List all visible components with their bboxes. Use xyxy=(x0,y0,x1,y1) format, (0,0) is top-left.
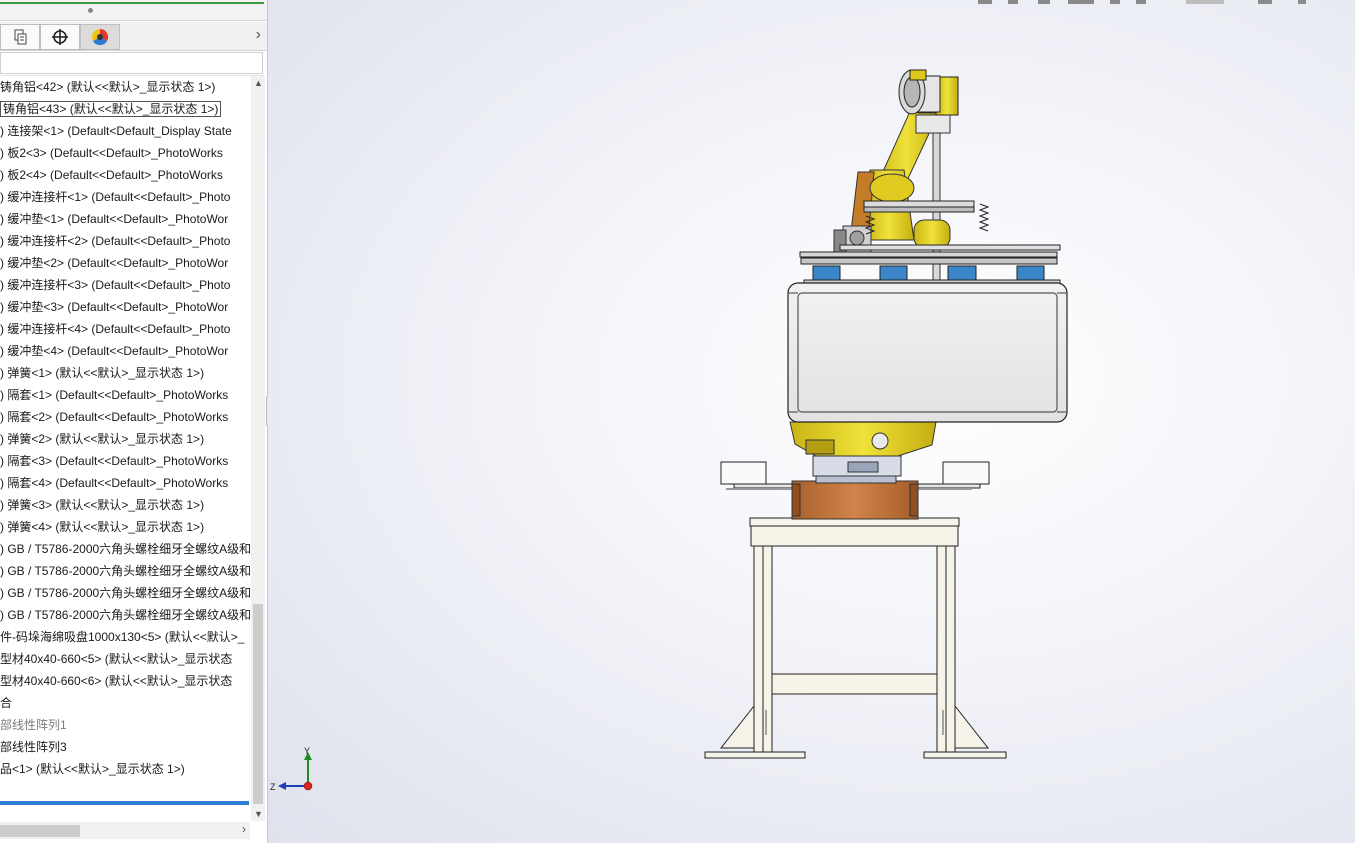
tree-item[interactable]: ) 隔套<3> (Default<<Default>_PhotoWorks xyxy=(0,450,250,472)
tree-item[interactable]: ) GB / T5786-2000六角头螺栓细牙全螺纹A级和 xyxy=(0,560,250,582)
tree-item-label: ) 板2<3> (Default<<Default>_PhotoWorks xyxy=(0,146,223,160)
tree-item-label: 部线性阵列1 xyxy=(0,718,67,732)
tree-item-label: 合 xyxy=(0,696,13,710)
triad-z-label: Z xyxy=(270,782,276,792)
tree-item-label: 件-码垛海绵吸盘1000x130<5> (默认<<默认>_ xyxy=(0,630,245,644)
tree-item[interactable]: ) 隔套<4> (Default<<Default>_PhotoWorks xyxy=(0,472,250,494)
hscroll-thumb[interactable] xyxy=(0,825,80,837)
tree-item-label: ) 缓冲连接杆<4> (Default<<Default>_Photo xyxy=(0,322,231,336)
tree-item[interactable]: 件-码垛海绵吸盘1000x130<5> (默认<<默认>_ xyxy=(0,626,250,648)
tree-item[interactable]: ) 板2<4> (Default<<Default>_PhotoWorks xyxy=(0,164,250,186)
tree-item-label: ) 隔套<3> (Default<<Default>_PhotoWorks xyxy=(0,454,229,468)
tree-item[interactable]: 部线性阵列3 xyxy=(0,736,250,758)
feature-tree: 铸角铝<42> (默认<<默认>_显示状态 1>) 铸角铝<43> (默认<<默认… xyxy=(0,76,250,796)
tree-item-label: ) 缓冲连接杆<2> (Default<<Default>_Photo xyxy=(0,234,231,248)
tree-item-label: ) 缓冲垫<1> (Default<<Default>_PhotoWor xyxy=(0,212,229,226)
tree-item-label: ) GB / T5786-2000六角头螺栓细牙全螺纹A级和 xyxy=(0,608,250,622)
coordinate-triad: Y Z xyxy=(270,746,313,792)
tree-item-label: ) 弹簧<2> (默认<<默认>_显示状态 1>) xyxy=(0,432,205,446)
tree-item-label: ) 缓冲垫<2> (Default<<Default>_PhotoWor xyxy=(0,256,229,270)
tree-item-label: ) 弹簧<3> (默认<<默认>_显示状态 1>) xyxy=(0,498,205,512)
panel-header xyxy=(0,0,267,21)
tree-filter xyxy=(0,51,264,76)
tree-item-label: 品<1> (默认<<默认>_显示状态 1>) xyxy=(0,762,185,776)
tree-item-label: ) 连接架<1> (Default<Default_Display State xyxy=(0,124,232,138)
tree-item-label: ) 弹簧<4> (默认<<默认>_显示状态 1>) xyxy=(0,520,205,534)
triad-y-label: Y xyxy=(304,746,310,756)
tree-item[interactable]: ) GB / T5786-2000六角头螺栓细牙全螺纹A级和 xyxy=(0,582,250,604)
tree-item-label: ) 缓冲垫<4> (Default<<Default>_PhotoWor xyxy=(0,344,229,358)
tree-item[interactable]: ) 缓冲垫<1> (Default<<Default>_PhotoWor xyxy=(0,208,250,230)
tree-item[interactable]: ) 缓冲连接杆<2> (Default<<Default>_Photo xyxy=(0,230,250,252)
selection-progress-bar xyxy=(0,801,249,805)
manager-tab-bar: › xyxy=(0,22,267,51)
cad-model-view[interactable]: Y Z xyxy=(268,0,1355,843)
tree-item[interactable]: ) 弹簧<3> (默认<<默认>_显示状态 1>) xyxy=(0,494,250,516)
tree-item-label: 铸角铝<42> (默认<<默认>_显示状态 1>) xyxy=(0,80,216,94)
tree-horizontal-scrollbar[interactable]: › xyxy=(0,822,250,839)
tree-item[interactable]: ) 缓冲垫<3> (Default<<Default>_PhotoWor xyxy=(0,296,250,318)
tree-item[interactable]: ) 隔套<1> (Default<<Default>_PhotoWorks xyxy=(0,384,250,406)
scroll-down-icon[interactable]: ▼ xyxy=(254,809,263,819)
tree-item-label: ) GB / T5786-2000六角头螺栓细牙全螺纹A级和 xyxy=(0,542,250,556)
tree-item[interactable]: ) 缓冲垫<2> (Default<<Default>_PhotoWor xyxy=(0,252,250,274)
tree-item[interactable]: 品<1> (默认<<默认>_显示状态 1>) xyxy=(0,758,250,780)
panel-active-indicator xyxy=(0,2,264,4)
tree-item[interactable]: 合 xyxy=(0,692,250,714)
tree-item[interactable]: 铸角铝<42> (默认<<默认>_显示状态 1>) xyxy=(0,76,250,98)
tree-item-label: ) GB / T5786-2000六角头螺栓细牙全螺纹A级和 xyxy=(0,564,250,578)
tree-item-label: ) 板2<4> (Default<<Default>_PhotoWorks xyxy=(0,168,223,182)
tree-item-label: ) 缓冲连接杆<1> (Default<<Default>_Photo xyxy=(0,190,231,204)
crosshair-icon xyxy=(52,29,68,45)
tree-item[interactable]: 铸角铝<43> (默认<<默认>_显示状态 1>) xyxy=(0,98,250,120)
tree-item[interactable]: ) 连接架<1> (Default<Default_Display State xyxy=(0,120,250,142)
tree-item[interactable]: ) 板2<3> (Default<<Default>_PhotoWorks xyxy=(0,142,250,164)
tree-filter-input[interactable] xyxy=(0,52,263,74)
configuration-manager-icon xyxy=(14,29,27,45)
tree-item[interactable]: ) 弹簧<4> (默认<<默认>_显示状态 1>) xyxy=(0,516,250,538)
feature-manager-panel: › 铸角铝<42> (默认<<默认>_显示状态 1>) 铸角铝<43> (默认<<… xyxy=(0,0,268,843)
tree-item[interactable]: 部线性阵列1 xyxy=(0,714,250,736)
suction-pads[interactable] xyxy=(803,265,1061,285)
tab-configuration-manager[interactable] xyxy=(0,24,40,50)
tree-item[interactable]: 型材40x40-660<5> (默认<<默认>_显示状态 xyxy=(0,648,250,670)
tree-item-label: 铸角铝<43> (默认<<默认>_显示状态 1>) xyxy=(0,101,222,117)
color-wheel-icon xyxy=(91,28,109,46)
tree-item[interactable]: ) GB / T5786-2000六角头螺栓细牙全螺纹A级和 xyxy=(0,538,250,560)
robot-wrist[interactable] xyxy=(898,69,959,116)
tree-item-label: 型材40x40-660<5> (默认<<默认>_显示状态 xyxy=(0,652,233,666)
graphics-viewport[interactable]: Y Z xyxy=(268,0,1355,843)
tree-item-label: ) 隔套<4> (Default<<Default>_PhotoWorks xyxy=(0,476,229,490)
tree-item[interactable]: ) 缓冲连接杆<1> (Default<<Default>_Photo xyxy=(0,186,250,208)
tree-item[interactable]: ) 缓冲连接杆<4> (Default<<Default>_Photo xyxy=(0,318,250,340)
tree-item-label: ) GB / T5786-2000六角头螺栓细牙全螺纹A级和 xyxy=(0,586,250,600)
tree-item[interactable]: ) 隔套<2> (Default<<Default>_PhotoWorks xyxy=(0,406,250,428)
tree-item[interactable]: ) 缓冲垫<4> (Default<<Default>_PhotoWor xyxy=(0,340,250,362)
tree-item-label: ) 隔套<2> (Default<<Default>_PhotoWorks xyxy=(0,410,229,424)
chevron-right-icon[interactable]: › xyxy=(256,26,261,44)
tree-item-label: ) 弹簧<1> (默认<<默认>_显示状态 1>) xyxy=(0,366,205,380)
tree-item-label: ) 缓冲连接杆<3> (Default<<Default>_Photo xyxy=(0,278,231,292)
sponge-suction-gripper[interactable] xyxy=(787,282,1068,423)
tree-item-label: ) 缓冲垫<3> (Default<<Default>_PhotoWor xyxy=(0,300,229,314)
tab-dimxpert-manager[interactable] xyxy=(40,24,80,50)
tree-item[interactable]: ) GB / T5786-2000六角头螺栓细牙全螺纹A级和 xyxy=(0,604,250,626)
scroll-up-icon[interactable]: ▲ xyxy=(254,78,263,88)
scrollbar-thumb[interactable] xyxy=(253,604,263,804)
tree-item-label: ) 隔套<1> (Default<<Default>_PhotoWorks xyxy=(0,388,229,402)
robot-base[interactable] xyxy=(791,455,919,520)
robot-lower-body[interactable] xyxy=(789,421,937,457)
tree-item[interactable]: ) 缓冲连接杆<3> (Default<<Default>_Photo xyxy=(0,274,250,296)
panel-grip[interactable] xyxy=(88,8,93,13)
tree-item[interactable]: ) 弹簧<2> (默认<<默认>_显示状态 1>) xyxy=(0,428,250,450)
tree-item-label: 部线性阵列3 xyxy=(0,740,67,754)
tree-item-label: 型材40x40-660<6> (默认<<默认>_显示状态 xyxy=(0,674,233,688)
scroll-right-icon[interactable]: › xyxy=(242,822,246,836)
tree-item[interactable]: ) 弹簧<1> (默认<<默认>_显示状态 1>) xyxy=(0,362,250,384)
tree-item[interactable]: 型材40x40-660<6> (默认<<默认>_显示状态 xyxy=(0,670,250,692)
tree-vertical-scrollbar[interactable]: ▲ ▼ xyxy=(251,76,265,821)
tab-display-manager[interactable] xyxy=(80,24,120,50)
pedestal-frame[interactable] xyxy=(704,517,1007,759)
